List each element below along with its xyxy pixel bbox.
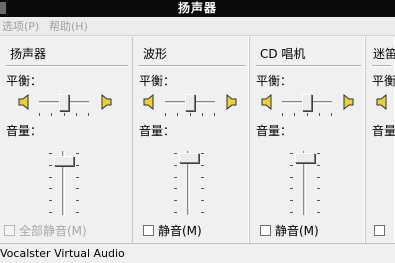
channel-wave: 波形 平衡： 音量： 静音(M) — [132, 37, 249, 243]
speaker-left-icon — [261, 94, 275, 110]
channel-midi: 迷笛 平衡： 音量： — [365, 37, 395, 243]
mute-all-label: 全部静音(M) — [19, 224, 87, 238]
device-name: Vocalster Virtual Audio — [0, 247, 125, 260]
checkbox-box[interactable] — [143, 225, 154, 236]
balance-label: 平衡： — [372, 74, 395, 88]
divider — [6, 65, 128, 67]
volume-label: 音量： — [372, 124, 395, 138]
speaker-right-icon — [340, 94, 354, 110]
volume-label: 音量： — [256, 124, 293, 138]
channel-title: 迷笛 — [373, 47, 395, 61]
balance-label: 平衡： — [6, 74, 43, 88]
balance-label: 平衡： — [139, 74, 176, 88]
status-bar: Vocalster Virtual Audio — [0, 243, 395, 263]
checkbox-box[interactable] — [374, 225, 385, 236]
divider — [372, 65, 391, 67]
volume-slider-thumb[interactable] — [295, 153, 315, 163]
balance-slider-thumb[interactable] — [185, 94, 195, 111]
volume-slider-thumb[interactable] — [179, 153, 199, 163]
balance-slider-thumb[interactable] — [59, 94, 69, 111]
menu-bar: 选项(P) 帮助(H) — [0, 17, 395, 36]
mixer-panel: 扬声器 平衡： 音量： 全部静音(M) 波形 平衡： 音量： 静音(M) CD … — [0, 37, 395, 243]
channel-title: 扬声器 — [10, 47, 47, 61]
channel-speaker: 扬声器 平衡： 音量： 全部静音(M) — [0, 37, 132, 243]
window-title: 扬声器 — [177, 1, 217, 15]
channel-cd: CD 唱机 平衡： 音量： 静音(M) — [249, 37, 365, 243]
speaker-left-icon — [143, 94, 157, 110]
speaker-right-icon — [98, 94, 112, 110]
balance-slider[interactable] — [163, 94, 217, 116]
speaker-left-icon — [376, 94, 390, 110]
divider — [139, 65, 245, 67]
balance-slider[interactable] — [37, 94, 91, 116]
menu-options[interactable]: 选项(P) — [2, 19, 39, 34]
channel-title: CD 唱机 — [260, 47, 306, 61]
volume-slider[interactable] — [290, 147, 320, 217]
balance-label: 平衡： — [256, 74, 293, 88]
volume-slider[interactable] — [49, 147, 79, 217]
mute-label: 静音(M) — [275, 224, 319, 238]
speaker-left-icon — [18, 94, 32, 110]
balance-slider[interactable] — [280, 94, 334, 116]
volume-label: 音量： — [139, 124, 176, 138]
speaker-right-icon — [223, 94, 237, 110]
checkbox-box[interactable] — [260, 225, 271, 236]
volume-slider[interactable] — [174, 147, 204, 217]
checkbox-box[interactable] — [4, 225, 15, 236]
divider — [256, 65, 361, 67]
balance-slider-thumb[interactable] — [302, 94, 312, 111]
channel-title: 波形 — [143, 47, 168, 61]
volume-label: 音量： — [6, 124, 43, 138]
menu-help[interactable]: 帮助(H) — [49, 19, 88, 34]
volume-slider-thumb[interactable] — [54, 156, 74, 166]
title-bar[interactable]: 扬声器 — [0, 0, 395, 17]
mute-label: 静音(M) — [158, 224, 202, 238]
